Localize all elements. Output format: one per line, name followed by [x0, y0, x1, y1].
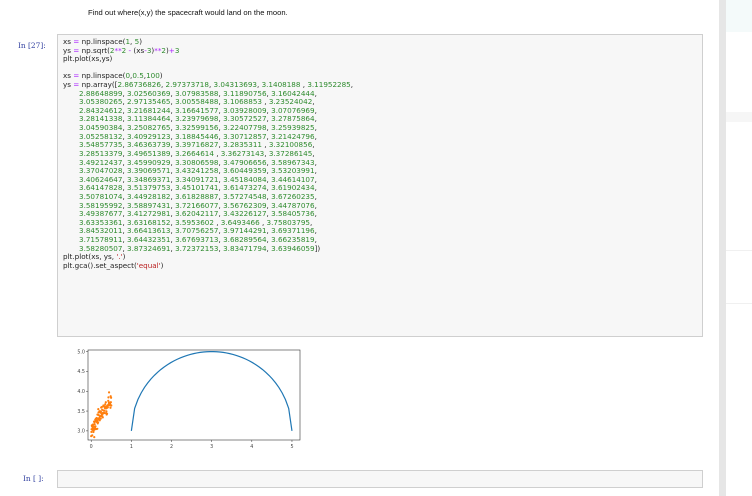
- scatter-point: [109, 406, 112, 409]
- y-tick-label: 3.5: [77, 409, 85, 415]
- scatter-point: [104, 401, 107, 404]
- side-panel: [726, 0, 752, 496]
- scatter-point: [93, 423, 96, 426]
- y-tick-label: 5.0: [77, 349, 85, 355]
- y-tick-label: 4.5: [77, 369, 85, 375]
- scatter-point: [97, 421, 100, 424]
- y-tick-label: 3.0: [77, 429, 85, 435]
- divider: [726, 250, 752, 251]
- semicircle-line: [130, 351, 293, 431]
- scatter-point: [105, 410, 108, 413]
- side-panel-header: [726, 0, 752, 32]
- scatter-point: [110, 404, 113, 407]
- notebook: Find out where(x,y) the spacecraft would…: [0, 0, 719, 496]
- scatter-point: [106, 406, 109, 409]
- side-panel-band: [726, 112, 752, 122]
- code-line: plt.plot(xs,ys): [63, 54, 113, 64]
- x-tick-label: 2: [170, 444, 173, 450]
- x-tick-label: 5: [290, 444, 293, 450]
- scrollbar[interactable]: [719, 0, 726, 496]
- scatter-point: [90, 430, 93, 434]
- scatter-point: [97, 408, 100, 411]
- code-editor[interactable]: xs = np.linspace(1, 5) ys = np.sqrt(2**2 …: [63, 37, 353, 270]
- x-tick-label: 3: [210, 444, 213, 450]
- scatter-point: [107, 396, 110, 399]
- scatter-point: [105, 412, 109, 415]
- x-tick-label: 4: [250, 444, 253, 450]
- markdown-cell: Find out where(x,y) the spacecraft would…: [88, 8, 288, 17]
- scatter-point: [103, 409, 106, 412]
- scatter-point: [96, 427, 99, 430]
- x-tick-label: 1: [130, 444, 133, 450]
- cell-prompt: In [27]:: [18, 41, 46, 50]
- scatter-point: [101, 416, 104, 419]
- x-tick-label: 0: [90, 444, 93, 450]
- scatter-point: [91, 434, 94, 437]
- scatter-point: [107, 391, 111, 394]
- divider: [726, 303, 752, 304]
- scatter-point: [99, 417, 102, 420]
- y-tick-label: 4.0: [77, 389, 85, 395]
- empty-code-cell-input[interactable]: [57, 470, 703, 488]
- scatter-point: [109, 401, 112, 404]
- code-cell-input[interactable]: xs = np.linspace(1, 5) ys = np.sqrt(2**2 …: [57, 34, 703, 337]
- code-line: plt.gca().set_aspect('equal'): [63, 260, 164, 270]
- plot-output: 0 1 2 3 4 5 3.0 3.5 4.0 4.5 5.0: [77, 349, 301, 450]
- axes-frame: [87, 349, 301, 441]
- empty-cell-prompt: In [ ]:: [23, 474, 44, 483]
- scatter-point: [104, 403, 107, 406]
- scatter-point: [94, 425, 97, 428]
- scatter-point: [109, 396, 113, 399]
- scatter-point: [93, 435, 96, 439]
